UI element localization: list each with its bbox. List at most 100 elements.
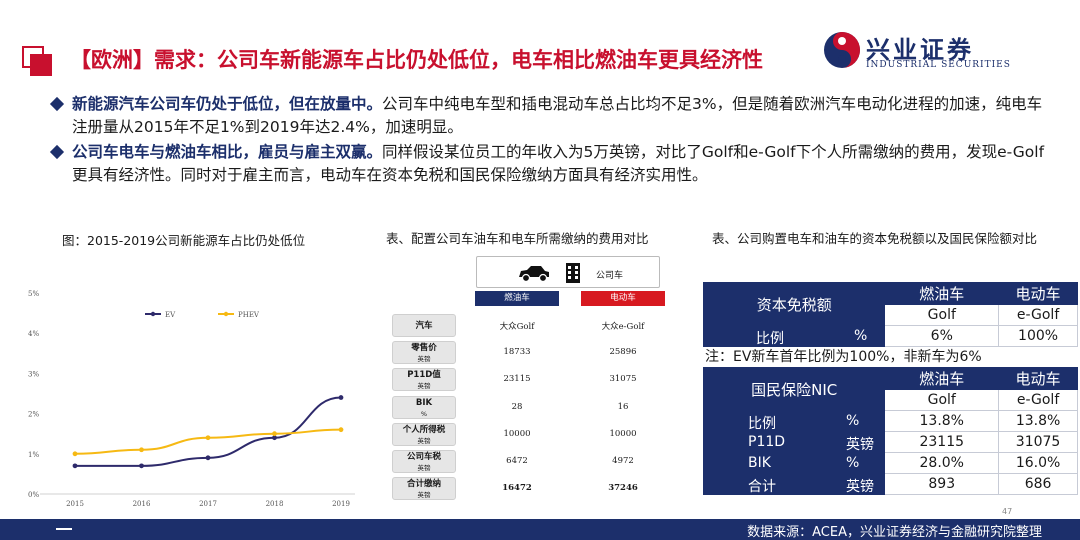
nic-row-label: P11D 英镑 [702,431,886,453]
x-tick-label: 2016 [133,500,151,508]
y-tick-label: 2% [28,411,39,419]
mid-row-label: P11D值 英镑 [392,368,456,392]
mid-row-label-text: BIK [415,397,433,408]
nic-row: 比例% 13.8% 13.8% [702,410,1078,432]
legend-marker-phev [223,311,229,317]
ice-nic-value: 28.0% [884,452,1000,474]
ev-nic-value: 16.0% [998,452,1078,474]
nic-row-label: BIK% [702,452,886,474]
nic-row-label: 合计 英镑 [702,473,886,495]
bullet-item: 公司车电车与燃油车相比，雇员与雇主双赢。同样假设某位员工的年收入为5万英镑，对比… [49,141,1052,187]
nic-row-label-text: P11D [748,434,786,450]
data-point-ev [139,463,144,469]
table-note: 注：EV新车首年比例为100%，非新车为6% [705,349,982,365]
brand-logo: 兴业证券 INDUSTRIAL SECURITIES [822,30,1012,72]
mid-row-label-text: 合计缴纳 [406,479,441,490]
mid-row-label-text: 个人所得税 [402,424,446,435]
ev-cost-value: 16 [617,401,629,412]
mid-row-label: 汽车 [392,314,456,337]
capital-allowance-title: 资本免税额 [702,282,886,326]
ratio-unit: % [854,328,868,344]
mid-row-label-text: 汽车 [415,321,433,331]
building-icon [566,263,580,283]
ev-car-pill: 电动车 [581,291,665,306]
ice-nic-value: 13.8% [884,410,1000,432]
ev-cost-value: 25896 [609,347,637,358]
data-point-phev [139,447,144,453]
mid-row-label: 公司车税 英镑 [392,450,456,473]
ice-cost-value: 大众Golf [499,322,535,332]
ev-nic-value: 31075 [998,431,1078,453]
diamond-bullet-icon [49,144,65,160]
legend-marker-ev [150,311,156,317]
summary-bullets: 新能源汽车公司车仍处于低位，但在放量中。公司车中纯电车型和插电混动车总占比均不足… [49,93,1052,189]
ice-nic-value: 893 [884,473,1000,495]
ice-cost-value: 16472 [502,483,532,494]
ice-header: 燃油车 [884,367,1000,390]
capital-allowance-table: 资本免税额 燃油车 电动车 Golf e-Golf 比例 % 6% 100% [702,282,1078,347]
ev-cost-value: 4972 [612,456,634,466]
ev-cost-value: 大众e-Golf [601,322,645,332]
data-point-phev [72,451,78,457]
nic-row-label-text: 合计 [748,479,776,495]
ice-cost-value: 28 [511,401,523,412]
data-source: 数据来源：ACEA，兴业证券经济与金融研究院整理 [747,525,1042,540]
mid-row-label-text: P11D值 [407,370,441,381]
x-tick-label: 2017 [199,500,217,508]
mid-row-label: 合计缴纳 英镑 [392,477,456,501]
car-icon [519,266,549,283]
mid-row-label-text: 零售价 [411,343,437,354]
ice-ratio: 6% [884,325,1000,347]
ice-car-pill: 燃油车 [475,291,559,306]
ice-model: Golf [884,389,1000,411]
y-tick-label: 1% [28,451,39,459]
ev-nic-value: 686 [998,473,1078,495]
data-point-phev [338,427,344,433]
mid-table-caption: 表、配置公司车油车和电车所需缴纳的费用对比 [386,231,649,246]
page-number: 47 [1002,507,1013,516]
data-point-phev [205,435,211,441]
company-car-header-box [476,256,660,288]
mid-row-unit: 英镑 [417,382,431,391]
y-tick-label: 3% [28,370,39,378]
ev-cost-value: 31075 [609,374,637,385]
chart-title: 图：2015-2019公司新能源车占比仍处低位 [62,233,306,248]
mid-row-label: 零售价 英镑 [392,341,456,365]
bullet-headline: 公司车电车与燃油车相比，雇员与雇主双赢。 [72,143,383,161]
nic-row: BIK% 28.0% 16.0% [702,452,1078,474]
data-point-ev [72,463,78,469]
nic-row: 合计 英镑 893 686 [702,473,1078,495]
ev-header: 电动车 [998,367,1078,390]
nic-row-label: 比例% [702,410,886,432]
mid-row-label: BIK% [392,395,456,419]
ev-ratio: 100% [998,325,1078,347]
nic-table: 国民保险NIC 燃油车 电动车 Golf e-Golf 比例% 13.8% 13.8… [702,367,1078,495]
y-tick-label: 5% [28,290,39,298]
data-point-ev [205,455,211,461]
legend-label: EV [165,311,176,319]
brand-english-name: INDUSTRIAL SECURITIES [866,60,1011,70]
nic-title: 国民保险NIC [702,367,886,411]
ratio-label: 比例 [756,331,784,347]
nic-row-unit: % [846,413,860,429]
ice-header: 燃油车 [884,282,1000,305]
ratio-row-label: 比例 % [702,325,886,347]
ice-cost-value: 6472 [506,456,528,466]
ice-model: Golf [884,304,1000,326]
page-title: 【欧洲】需求：公司车新能源车占比仍处低位，电车相比燃油车更具经济性 [70,48,763,72]
line-chart: 0% 1% 2% 3% 4% 5% 2015 2016 2017 2018 2019 EV PHEV [28,290,355,508]
x-tick-label: 2018 [266,500,284,508]
mid-row-unit: 英镑 [417,464,431,472]
mid-row-label-text: 公司车税 [406,452,441,462]
ev-model: e-Golf [998,389,1078,411]
nic-row-unit: % [846,455,860,471]
data-point-ev [338,395,344,400]
ice-cost-value: 18733 [503,347,531,358]
mid-row-unit: 英镑 [417,355,431,364]
ice-cost-value: 23115 [503,374,531,385]
legend-label: PHEV [238,311,260,319]
y-tick-label: 4% [28,330,39,338]
company-car-label: 公司车 [596,271,624,281]
mid-row-unit: 英镑 [417,436,431,445]
nic-row-unit: 英镑 [846,437,874,453]
